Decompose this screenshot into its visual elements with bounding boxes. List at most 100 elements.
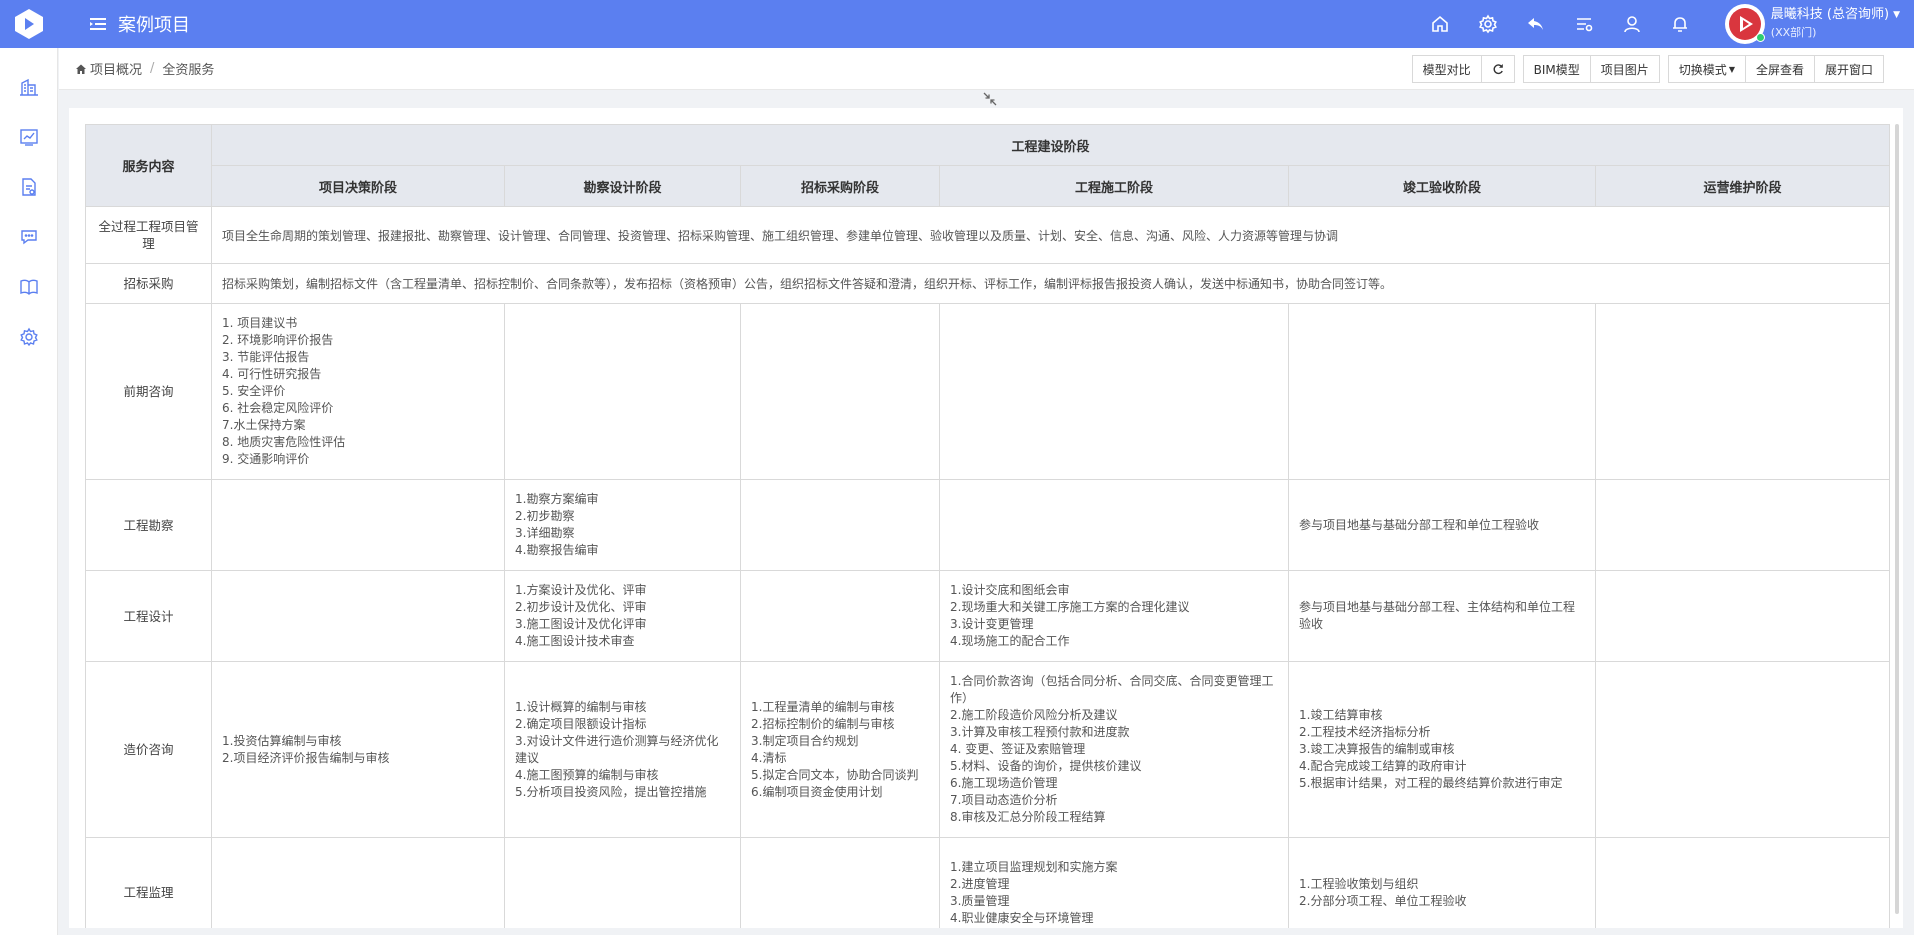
- cell-item: 参与项目地基与基础分部工程、主体结构和单位工程验收: [1299, 600, 1576, 631]
- breadcrumb: 项目概况 / 全资服务: [75, 59, 214, 78]
- cell-item: 8.审核及汇总分阶段工程结算: [950, 810, 1106, 824]
- table-cell: 1.工程量清单的编制与审核 2.招标控制价的编制与审核 3.制定项目合约规划 4.清标…: [740, 661, 940, 838]
- cell-item: 1.方案设计及优化、评审: [515, 583, 647, 597]
- breadcrumb-home-label: 项目概况: [90, 63, 143, 78]
- document-icon[interactable]: [0, 162, 58, 212]
- cell-item: 4.清标: [751, 750, 787, 765]
- stage-header: 工程施工阶段: [939, 165, 1289, 207]
- app-logo[interactable]: [0, 0, 58, 48]
- cell-item: 7.水土保持方案: [222, 418, 306, 432]
- chat-icon[interactable]: [0, 212, 58, 262]
- top-navbar: 案例项目 晨曦科技 (总咨询师) ▼ (XX部门): [0, 0, 1914, 48]
- building-icon[interactable]: [0, 62, 58, 112]
- expand-window-button[interactable]: 展开窗口: [1814, 55, 1884, 83]
- table-cell: [504, 303, 741, 480]
- cell-item: 2. 环境影响评价报告: [222, 333, 334, 347]
- caret-down-icon: ▼: [1728, 64, 1735, 74]
- cell-item: 5. 安全评价: [222, 384, 286, 398]
- cell-item: 7.项目动态造价分析: [950, 793, 1058, 807]
- cell-item: 5.材料、设备的询价，提供核价建议: [950, 759, 1142, 773]
- collapse-icon[interactable]: [981, 90, 999, 108]
- breadcrumb-home[interactable]: 项目概况: [75, 59, 142, 78]
- book-icon[interactable]: [0, 262, 58, 312]
- cell-item: 2.初步勘察: [515, 509, 575, 523]
- list-icon[interactable]: [1560, 0, 1608, 48]
- cell-item: 1.建立项目监理规划和实施方案: [950, 859, 1118, 874]
- cell-item: 1.竣工结算审核: [1299, 708, 1383, 722]
- cell-item: 2.进度管理: [950, 876, 1010, 891]
- table-cell: 1.竣工结算审核 2.工程技术经济指标分析 3.竣工决算报告的编制或审核 4.配合完成…: [1288, 661, 1596, 838]
- model-compare-button[interactable]: 模型对比: [1411, 55, 1482, 83]
- menu-toggle-icon[interactable]: [88, 14, 108, 34]
- cell-item: 2.确定项目限额设计指标: [515, 716, 647, 731]
- project-images-button[interactable]: 项目图片: [1590, 55, 1660, 83]
- stage-header: 项目决策阶段: [211, 165, 505, 207]
- stage-header: 招标采购阶段: [740, 165, 940, 207]
- user-department: (XX部门): [1770, 26, 1817, 39]
- scrollbar[interactable]: [1895, 124, 1899, 914]
- service-description: 项目全生命周期的策划管理、报建报批、勘察管理、设计管理、合同管理、投资管理、招标…: [210, 206, 1891, 264]
- cell-item: 4.现场施工的配合工作: [950, 634, 1070, 648]
- user-menu[interactable]: 晨曦科技 (总咨询师) ▼ (XX部门): [1724, 0, 1900, 48]
- cell-item: 3.质量管理: [950, 893, 1010, 908]
- user-icon[interactable]: [1608, 0, 1656, 48]
- settings-icon[interactable]: [1464, 0, 1512, 48]
- service-label: 造价咨询: [85, 661, 212, 838]
- table-cell: [939, 479, 1289, 571]
- table-cell: [211, 570, 505, 662]
- home-icon[interactable]: [1416, 0, 1464, 48]
- gear-icon[interactable]: [0, 312, 58, 362]
- table-cell: 参与项目地基与基础分部工程、主体结构和单位工程验收: [1288, 570, 1596, 662]
- cell-item: 2.施工阶段造价风险分析及建议: [950, 708, 1118, 722]
- cell-item: 3.竣工决算报告的编制或审核: [1299, 742, 1455, 756]
- table-cell: [740, 570, 940, 662]
- online-status-dot: [1755, 33, 1765, 42]
- cell-item: 5.根据审计结果，对工程的最终结算价款进行审定: [1299, 776, 1563, 790]
- cell-item: 1.勘察方案编审: [515, 492, 599, 506]
- table-cell: 1.建立项目监理规划和实施方案 2.进度管理 3.质量管理 4.职业健康安全与环境管理: [939, 837, 1289, 928]
- service-label: 前期咨询: [85, 303, 212, 480]
- app-title: 案例项目: [118, 15, 190, 36]
- chart-icon[interactable]: [0, 112, 58, 162]
- cell-item: 2.招标控制价的编制与审核: [751, 716, 895, 731]
- table-row: 工程设计 1.方案设计及优化、评审 2.初步设计及优化、评审 3.施工图设计及优化评审…: [85, 570, 1891, 662]
- refresh-button[interactable]: [1481, 55, 1515, 83]
- cell-item: 1.合同价款咨询（包括合同分析、合同交底、合同变更管理工作）: [950, 674, 1274, 705]
- table-row: 前期咨询 1. 项目建议书 2. 环境影响评价报告 3. 节能评估报告 4. 可行性研究…: [85, 303, 1891, 480]
- avatar[interactable]: [1724, 4, 1765, 44]
- service-label: 招标采购: [85, 263, 212, 304]
- cell-item: 6.施工现场造价管理: [950, 776, 1058, 790]
- table-cell: 1.勘察方案编审 2.初步勘察 3.详细勘察 4.勘察报告编审: [504, 479, 741, 571]
- service-matrix-panel: 服务内容 工程建设阶段 项目决策阶段 勘察设计阶段 招标采购阶段 工程施工阶段 竣工验收…: [69, 108, 1903, 928]
- table-cell: [740, 303, 940, 480]
- cell-item: 1.设计交底和图纸会审: [950, 583, 1070, 597]
- fullscreen-button[interactable]: 全屏查看: [1745, 55, 1815, 83]
- cell-item: 2.初步设计及优化、评审: [515, 600, 647, 614]
- group-header: 工程建设阶段: [210, 124, 1891, 166]
- table-row: 全过程工程项目管理 项目全生命周期的策划管理、报建报批、勘察管理、设计管理、合同管…: [85, 206, 1891, 264]
- table-cell: [1594, 570, 1891, 662]
- table-cell: [939, 303, 1289, 480]
- service-matrix-table: 服务内容 工程建设阶段 项目决策阶段 勘察设计阶段 招标采购阶段 工程施工阶段 竣工验收…: [85, 124, 1891, 928]
- back-icon[interactable]: [1512, 0, 1560, 48]
- cell-item: 1.工程量清单的编制与审核: [751, 699, 895, 714]
- cell-item: 5.拟定合同文本，协助合同谈判: [751, 767, 919, 782]
- bell-icon[interactable]: [1656, 0, 1704, 48]
- bim-model-button[interactable]: BIM模型: [1522, 55, 1591, 83]
- cell-item: 8. 地质灾害危险性评估: [222, 435, 346, 449]
- cell-item: 2.工程技术经济指标分析: [1299, 725, 1431, 739]
- cell-item: 3.详细勘察: [515, 526, 575, 540]
- table-cell: [1594, 661, 1891, 838]
- stage-header: 勘察设计阶段: [504, 165, 741, 207]
- cell-item: 4. 变更、签证及索赔管理: [950, 742, 1086, 756]
- table-row: 工程监理 1.建立项目监理规划和实施方案 2.进度管理 3.质量管理 4.职业健康安全与…: [85, 837, 1891, 928]
- sidebar: [0, 48, 58, 935]
- table-cell: [1594, 837, 1891, 928]
- table-row: 造价咨询 1.投资估算编制与审核 2.项目经济评价报告编制与审核 1.设计概算的编制与…: [85, 661, 1891, 838]
- table-cell: 1.工程验收策划与组织 2.分部分项工程、单位工程验收: [1288, 837, 1596, 928]
- caret-down-icon[interactable]: ▼: [1893, 6, 1900, 24]
- service-label: 全过程工程项目管理: [85, 206, 212, 264]
- switch-mode-dropdown[interactable]: 切换模式 ▼: [1667, 55, 1746, 83]
- cell-item: 5.分析项目投资风险，提出管控措施: [515, 784, 707, 799]
- cell-item: 1.投资估算编制与审核: [222, 733, 342, 748]
